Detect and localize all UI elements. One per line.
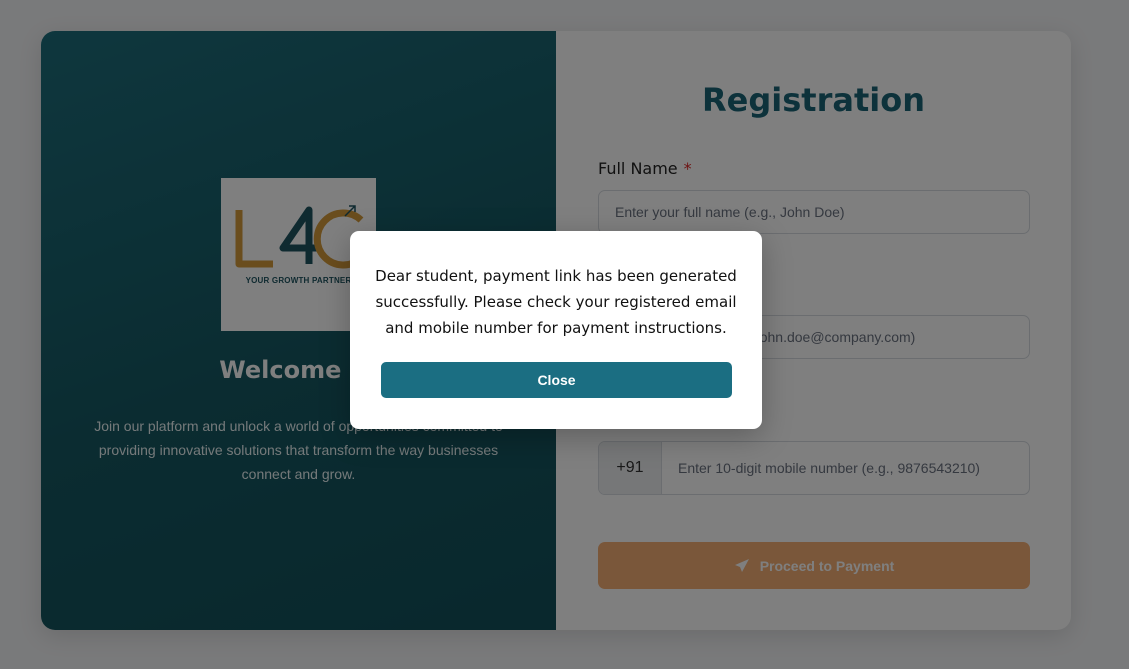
dialog-message: Dear student, payment link has been gene… bbox=[375, 267, 737, 337]
close-button[interactable]: Close bbox=[381, 362, 732, 398]
success-dialog: Dear student, payment link has been gene… bbox=[350, 231, 762, 429]
